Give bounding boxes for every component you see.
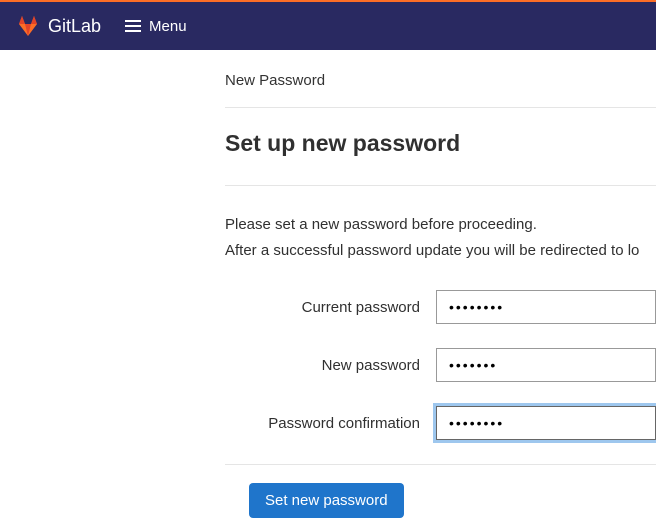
current-password-label: Current password	[225, 299, 436, 316]
logo[interactable]: GitLab	[16, 14, 101, 38]
hamburger-icon	[125, 20, 141, 32]
menu-label: Menu	[149, 18, 187, 35]
divider	[225, 185, 656, 186]
new-password-input[interactable]	[436, 348, 656, 382]
set-new-password-button[interactable]: Set new password	[249, 483, 404, 518]
instruction-text: After a successful password update you w…	[225, 240, 656, 263]
divider	[225, 107, 656, 108]
menu-button[interactable]: Menu	[125, 18, 187, 35]
main-content: New Password Set up new password Please …	[0, 50, 656, 518]
navbar: GitLab Menu	[0, 2, 656, 50]
current-password-row: Current password	[225, 290, 656, 324]
gitlab-icon	[16, 14, 40, 38]
new-password-row: New password	[225, 348, 656, 382]
confirm-password-input[interactable]	[436, 406, 656, 440]
current-password-input[interactable]	[436, 290, 656, 324]
page-title: Set up new password	[225, 130, 656, 157]
breadcrumb: New Password	[225, 72, 656, 89]
divider	[225, 464, 656, 465]
logo-text: GitLab	[48, 16, 101, 37]
confirm-password-label: Password confirmation	[225, 415, 436, 432]
new-password-label: New password	[225, 357, 436, 374]
confirm-password-row: Password confirmation	[225, 406, 656, 440]
instruction-text: Please set a new password before proceed…	[225, 214, 656, 237]
